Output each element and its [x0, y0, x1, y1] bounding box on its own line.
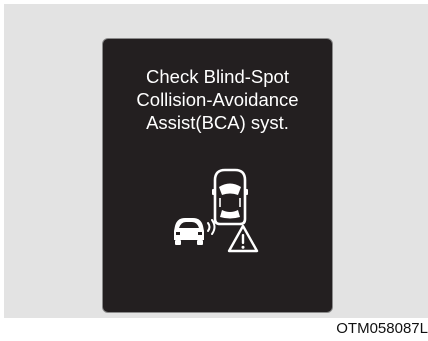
warning-message: Check Blind-Spot Collision-Avoidance Ass…	[103, 65, 332, 134]
warning-message-line-2: Collision-Avoidance	[136, 89, 299, 110]
image-reference-code: OTM058087L	[336, 320, 428, 337]
warning-message-line-3: Assist(BCA) syst.	[146, 112, 289, 133]
instrument-cluster-display: Check Blind-Spot Collision-Avoidance Ass…	[102, 38, 333, 313]
warning-triangle-icon	[227, 224, 259, 253]
adjacent-car-icon	[174, 218, 204, 245]
bca-warning-illustration	[174, 168, 259, 253]
radar-waves-icon	[207, 219, 216, 235]
warning-message-line-1: Check Blind-Spot	[146, 66, 289, 87]
own-car-icon	[212, 168, 248, 226]
